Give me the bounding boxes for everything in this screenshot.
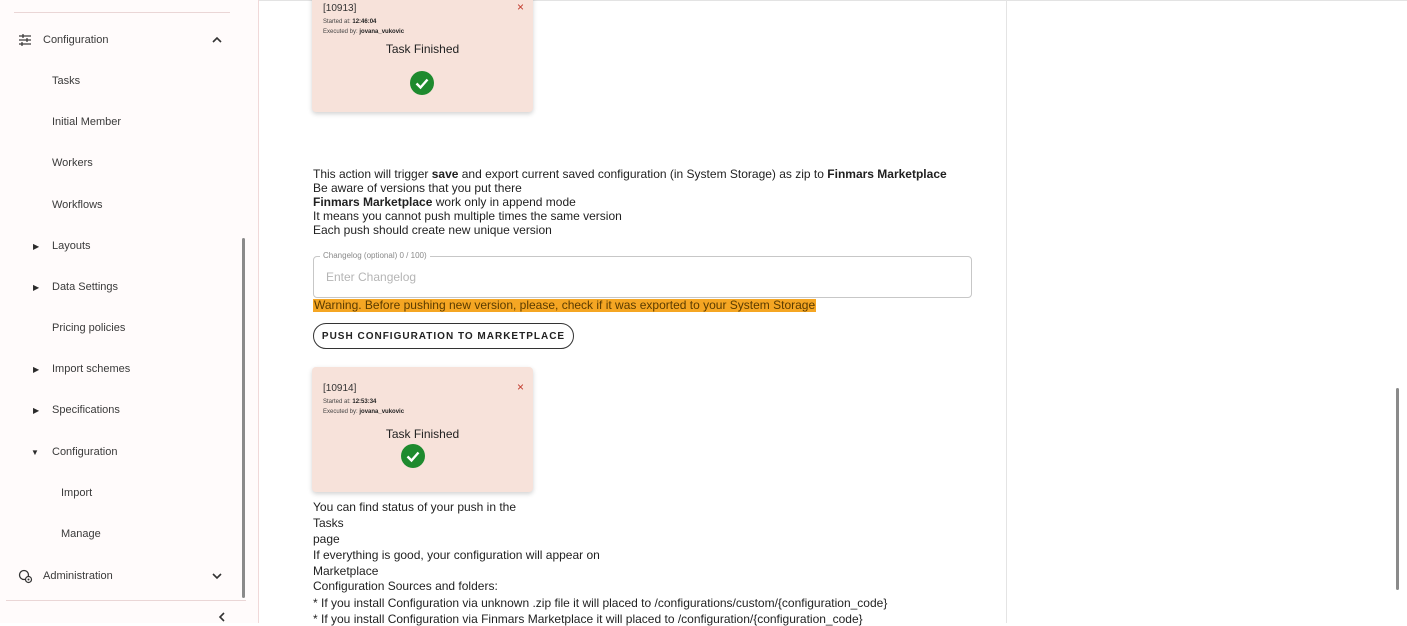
sidebar-item-import[interactable]: Import — [0, 478, 246, 508]
caret-right-icon: ▶ — [33, 241, 40, 251]
sidebar-item-specifications[interactable]: ▶ Specifications — [0, 395, 246, 425]
sliders-icon — [19, 34, 31, 46]
caret-right-icon: ▶ — [33, 282, 40, 292]
main-content: [10913] × Started at: 12:46:04 Executed … — [276, 0, 1007, 626]
status-hint-page: page — [313, 532, 340, 546]
info-line-4: It means you cannot push multiple times … — [313, 209, 622, 223]
sidebar-item-label: Import — [61, 487, 93, 499]
task-card: [10913] × Started at: 12:46:04 Executed … — [312, 0, 533, 112]
sidebar-item-import-schemes[interactable]: ▶ Import schemes — [0, 354, 246, 384]
sidebar-item-data-settings[interactable]: ▶ Data Settings — [0, 272, 246, 302]
sidebar-item-label: Administration — [43, 570, 113, 582]
task-executed: Executed by: jovana_vukovic — [323, 29, 405, 35]
chevron-left-icon[interactable] — [214, 610, 230, 624]
sidebar-item-manage[interactable]: Manage — [0, 519, 246, 549]
status-hint: You can find status of your push in the — [313, 500, 517, 514]
changelog-field: Changelog (optional) 0 / 100) — [313, 251, 972, 298]
sidebar-item-initial-member[interactable]: Initial Member — [0, 107, 246, 137]
sources-custom: * If you install Configuration via unkno… — [313, 596, 888, 610]
sources-marketplace: * If you install Configuration via Finma… — [313, 612, 863, 626]
task-card: [10914] × Started at: 12:53:34 Executed … — [312, 367, 533, 492]
task-started: Started at: 12:53:34 — [323, 399, 377, 405]
marketplace-link[interactable]: Marketplace — [313, 565, 378, 577]
caret-down-icon: ▼ — [31, 447, 39, 457]
info-line-3: Finmars Marketplace work only in append … — [313, 195, 576, 209]
sidebar-divider — [6, 600, 246, 601]
tasks-link[interactable]: Tasks — [313, 517, 344, 529]
sidebar-item-configuration-sub[interactable]: ▼ Configuration — [0, 437, 246, 467]
close-icon[interactable]: × — [517, 381, 524, 393]
info-line-2: Be aware of versions that you put there — [313, 181, 522, 195]
sidebar-item-tasks[interactable]: Tasks — [0, 66, 246, 96]
sidebar-item-label: Manage — [61, 528, 101, 540]
sidebar-item-label: Configuration — [43, 34, 109, 46]
sidebar-item-label: Data Settings — [52, 281, 119, 293]
task-status: Task Finished — [385, 42, 460, 56]
sidebar-item-label: Layouts — [52, 240, 91, 252]
sidebar-item-label: Initial Member — [52, 116, 122, 128]
sidebar-item-configuration[interactable]: Configuration — [0, 25, 246, 55]
changelog-label: Changelog (optional) 0 / 100) — [320, 251, 430, 261]
sources-heading: Configuration Sources and folders: — [313, 579, 498, 593]
page-scrollbar[interactable] — [1396, 388, 1399, 590]
sidebar-item-administration[interactable]: Administration — [0, 561, 246, 591]
sidebar-scrollbar[interactable] — [242, 238, 245, 598]
task-status: Task Finished — [385, 427, 460, 441]
task-id: [10914] — [323, 383, 357, 394]
sidebar-item-label: Import schemes — [52, 363, 131, 375]
sidebar-item-label: Configuration — [52, 446, 118, 458]
sidebar-divider — [14, 12, 230, 13]
task-executed: Executed by: jovana_vukovic — [323, 409, 405, 415]
caret-right-icon: ▶ — [33, 405, 40, 415]
chevron-down-icon[interactable] — [210, 569, 224, 583]
push-configuration-button[interactable]: PUSH CONFIGURATION TO MARKETPLACE — [313, 323, 574, 349]
caret-right-icon: ▶ — [33, 364, 40, 374]
sidebar-item-workflows[interactable]: Workflows — [0, 190, 246, 220]
warning-message: Warning. Before pushing new version, ple… — [313, 298, 817, 312]
check-circle-icon — [401, 444, 425, 468]
sidebar-item-label: Pricing policies — [52, 322, 126, 334]
sidebar-item-pricing-policies[interactable]: Pricing policies — [0, 313, 246, 343]
task-started: Started at: 12:46:04 — [323, 19, 377, 25]
sidebar-item-label: Tasks — [52, 75, 81, 87]
info-line-5: Each push should create new unique versi… — [313, 223, 552, 237]
check-circle-icon — [410, 71, 434, 95]
close-icon[interactable]: × — [517, 1, 524, 13]
sidebar-item-label: Workflows — [52, 199, 103, 211]
changelog-input[interactable] — [324, 269, 948, 285]
sidebar-item-label: Specifications — [52, 404, 120, 416]
task-id: [10913] — [323, 3, 357, 14]
admin-gear-icon — [18, 569, 33, 584]
chevron-up-icon[interactable] — [210, 33, 224, 47]
sidebar: Configuration Tasks Initial Member Worke… — [0, 0, 259, 623]
info-line-1: This action will trigger save and export… — [313, 167, 947, 181]
sidebar-item-workers[interactable]: Workers — [0, 148, 246, 178]
marketplace-hint: If everything is good, your configuratio… — [313, 548, 600, 562]
sidebar-item-layouts[interactable]: ▶ Layouts — [0, 231, 246, 261]
sidebar-item-label: Workers — [52, 157, 93, 169]
